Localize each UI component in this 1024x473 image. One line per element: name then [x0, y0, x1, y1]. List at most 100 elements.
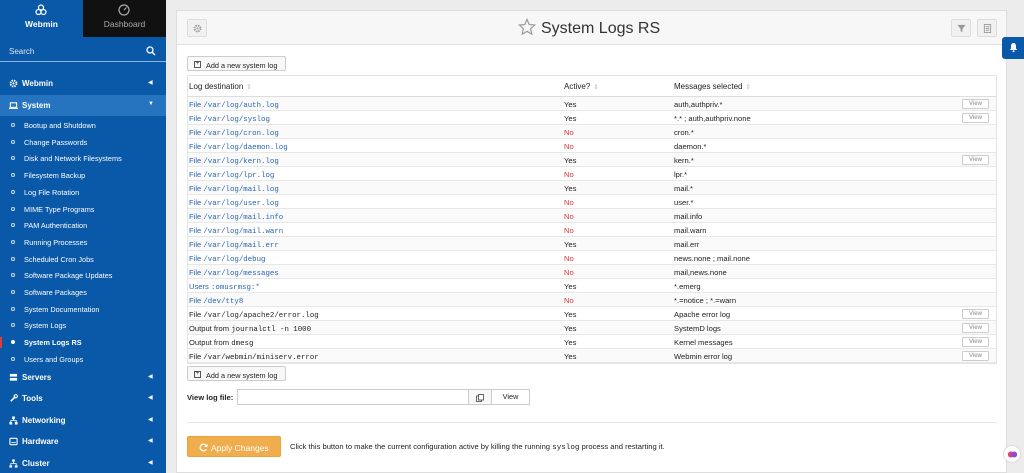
log-destination-link[interactable]: File /var/webmin/miniserv.error	[189, 352, 319, 362]
destination-type: Output from	[189, 323, 230, 333]
messages-selected: mail,news.none	[674, 267, 727, 277]
messages-selected: mail.*	[674, 183, 693, 193]
messages-selected: Webmin error log	[674, 351, 733, 361]
log-destination-link[interactable]: File /var/log/cron.log	[189, 128, 279, 138]
view-log-button[interactable]: View	[962, 323, 989, 333]
destination-path: /var/log/daemon.log	[203, 143, 288, 152]
sidebar-item-running-processes[interactable]: Running Processes	[0, 234, 166, 251]
laptop-icon	[9, 102, 18, 109]
destination-type: File	[189, 295, 202, 305]
column-header-destination[interactable]: Log destination ⇕	[189, 82, 252, 91]
category-hardware[interactable]: Hardware ◀	[0, 431, 166, 452]
column-header-active[interactable]: Active? ⇕	[564, 82, 599, 91]
module-config-button[interactable]	[187, 19, 207, 37]
active-status: Yes	[564, 183, 577, 193]
log-destination-link[interactable]: File /var/log/mail.err	[189, 240, 279, 250]
view-log-button[interactable]: View	[962, 309, 989, 319]
view-log-file-button[interactable]: View	[491, 389, 530, 405]
sidebar-item-mime-type-programs[interactable]: MIME Type Programs	[0, 201, 166, 218]
table-row: File /var/log/mail.info No mail.info	[188, 209, 996, 223]
log-destination-link[interactable]: Output from dmesg	[189, 338, 253, 348]
sidebar-item-filesystem-backup[interactable]: Filesystem Backup	[0, 167, 166, 184]
plus-square-icon: +	[194, 370, 201, 378]
logs-button[interactable]	[977, 19, 997, 37]
view-log-button[interactable]: View	[962, 351, 989, 361]
log-destination-link[interactable]: Users :omusrmsg:*	[189, 282, 260, 292]
category-networking[interactable]: Networking ◀	[0, 410, 166, 431]
sidebar-item-system-documentation[interactable]: System Documentation	[0, 301, 166, 318]
sidebar-item-software-packages[interactable]: Software Packages	[0, 284, 166, 301]
destination-path: /var/log/lpr.log	[203, 171, 275, 180]
messages-selected: kern.*	[674, 155, 694, 165]
log-destination-link[interactable]: File /var/log/mail.warn	[189, 226, 283, 236]
dashboard-label: Dashboard	[103, 19, 146, 29]
log-destination-link[interactable]: File /var/log/messages	[189, 268, 279, 278]
log-destination-link[interactable]: File /var/log/mail.log	[189, 184, 279, 194]
chevron-left-icon: ◀	[148, 417, 153, 423]
apply-changes-button[interactable]: Apply Changes	[187, 436, 281, 457]
log-destination-link[interactable]: File /var/log/debug	[189, 254, 265, 264]
category-webmin[interactable]: Webmin ◀	[0, 73, 166, 94]
log-destination-link[interactable]: File /dev/tty8	[189, 296, 243, 306]
sidebar-item-software-package-updates[interactable]: Software Package Updates	[0, 267, 166, 284]
view-log-file-input[interactable]	[237, 389, 469, 405]
filter-button[interactable]	[951, 19, 971, 37]
notifications-button[interactable]	[1002, 37, 1024, 59]
log-destination-link[interactable]: File /var/log/daemon.log	[189, 142, 288, 152]
favorite-star-icon[interactable]	[518, 18, 536, 36]
file-chooser-button[interactable]	[468, 389, 492, 405]
category-label: Hardware	[22, 437, 59, 446]
webmin-brand-tab[interactable]: Webmin	[0, 0, 83, 37]
main-panel: System Logs RS + Add a new system log Lo…	[176, 10, 1007, 473]
log-destination-link[interactable]: File /var/log/apache2/error.log	[189, 310, 319, 320]
column-header-messages[interactable]: Messages selected ⇕	[674, 82, 751, 91]
sidebar-item-users-and-groups[interactable]: Users and Groups	[0, 351, 166, 368]
category-label: Networking	[22, 416, 66, 425]
search-input[interactable]: Search	[9, 47, 34, 56]
dashboard-tab[interactable]: Dashboard	[83, 0, 166, 37]
category-cluster[interactable]: Cluster ◀	[0, 453, 166, 473]
log-destination-link[interactable]: Output from journalctl -n 1000	[189, 324, 311, 334]
sidebar-item-scheduled-cron-jobs[interactable]: Scheduled Cron Jobs	[0, 251, 166, 268]
assistant-button[interactable]	[1003, 445, 1021, 463]
log-destination-link[interactable]: File /var/log/kern.log	[189, 156, 279, 166]
view-log-button[interactable]: View	[962, 99, 989, 109]
log-destination-link[interactable]: File /var/log/auth.log	[189, 100, 279, 110]
sidebar-item-log-file-rotation[interactable]: Log File Rotation	[0, 184, 166, 201]
table-row: File /var/log/cron.log No cron.*	[188, 125, 996, 139]
category-label: Servers	[22, 373, 52, 382]
chevron-left-icon: ◀	[148, 460, 153, 466]
log-destination-link[interactable]: File /var/log/mail.info	[189, 212, 283, 222]
add-system-log-button-bottom[interactable]: + Add a new system log	[187, 366, 286, 381]
table-body: File /var/log/auth.log Yes auth,authpriv.*…	[188, 97, 996, 363]
sidebar-item-disk-and-network-filesystems[interactable]: Disk and Network Filesystems	[0, 150, 166, 167]
sidebar-item-label: Software Packages	[24, 288, 87, 297]
category-tools[interactable]: Tools ◀	[0, 388, 166, 409]
active-status: Yes	[564, 155, 577, 165]
destination-path: dmesg	[231, 339, 254, 348]
view-log-button[interactable]: View	[962, 337, 989, 347]
view-log-file-label: View log file:	[187, 393, 234, 402]
sidebar-item-system-logs[interactable]: System Logs	[0, 317, 166, 334]
sidebar-item-system-logs-rs[interactable]: System Logs RS	[0, 334, 166, 351]
sidebar-search[interactable]: Search	[0, 42, 166, 62]
log-destination-link[interactable]: File /var/log/lpr.log	[189, 170, 274, 180]
search-icon[interactable]	[146, 46, 156, 56]
destination-path: /var/log/debug	[203, 255, 266, 264]
log-destination-link[interactable]: File /var/log/user.log	[189, 198, 279, 208]
log-destination-link[interactable]: File /var/log/syslog	[189, 114, 270, 124]
view-log-button[interactable]: View	[962, 113, 989, 123]
category-servers[interactable]: Servers ◀	[0, 367, 166, 388]
messages-selected: Apache error log	[674, 309, 731, 319]
add-system-log-button-top[interactable]: + Add a new system log	[187, 56, 286, 71]
active-status: No	[564, 141, 574, 151]
sidebar-item-label: Bootup and Shutdown	[24, 121, 96, 130]
messages-selected: daemon.*	[674, 141, 707, 151]
category-system[interactable]: System ▼	[0, 95, 166, 116]
sidebar-item-bootup-and-shutdown[interactable]: Bootup and Shutdown	[0, 117, 166, 134]
table-header: Log destination ⇕ Active? ⇕ Messages selec…	[188, 76, 996, 97]
view-log-button[interactable]: View	[962, 155, 989, 165]
sidebar-item-change-passwords[interactable]: Change Passwords	[0, 134, 166, 151]
destination-path: /var/log/apache2/error.log	[203, 311, 319, 320]
sidebar-item-pam-authentication[interactable]: PAM Authentication	[0, 217, 166, 234]
